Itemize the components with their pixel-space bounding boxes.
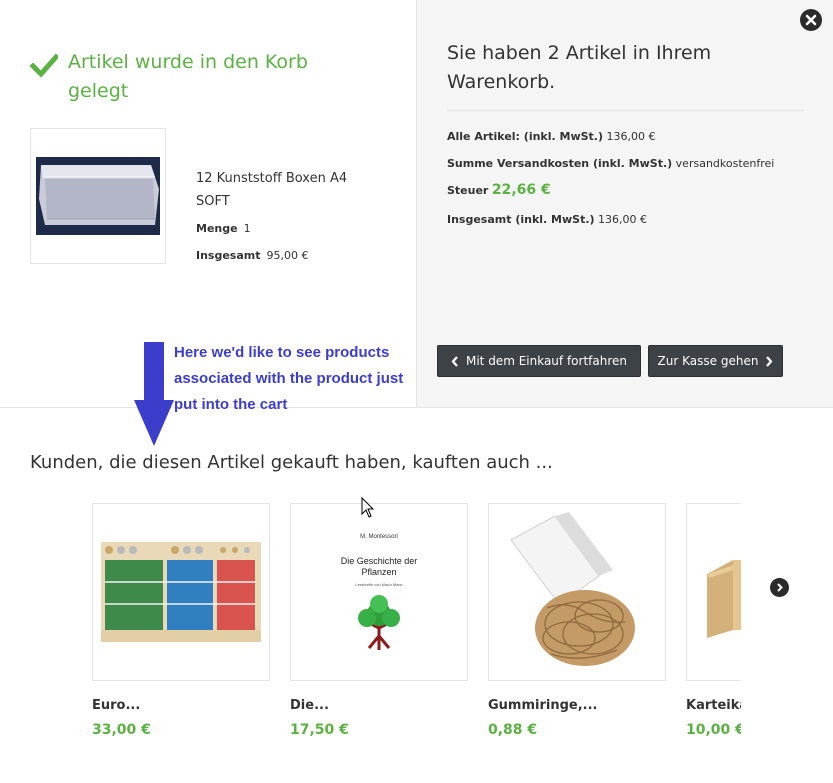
cart-title: Sie haben 2 Artikel in Ihrem Warenkorb. bbox=[447, 42, 712, 93]
annotation-arrow bbox=[134, 342, 174, 446]
product-thumbnail bbox=[30, 128, 166, 264]
tax-value: 22,66 € bbox=[491, 182, 551, 198]
annotation-note: Here we'd like to see products associate… bbox=[174, 344, 404, 413]
all-items-label: Alle Artikel: (inkl. MwSt.) bbox=[447, 130, 604, 143]
board-image bbox=[92, 503, 270, 681]
close-icon bbox=[805, 14, 817, 26]
carousel-item[interactable]: Euro... 33,00 € bbox=[92, 503, 270, 738]
carousel-item-price: 10,00 € bbox=[686, 722, 741, 738]
summary-total: Insgesamt (inkl. MwSt.) 136,00 € bbox=[447, 213, 647, 226]
chevron-left-icon bbox=[451, 355, 458, 367]
shipping-label: Summe Versandkosten (inkl. MwSt.) bbox=[447, 157, 673, 170]
product-name[interactable]: 12 Kunststoff Boxen A4 SOFT bbox=[196, 167, 376, 213]
tree-icon bbox=[358, 595, 400, 650]
carousel-item-name[interactable]: Gummiringe,... bbox=[488, 698, 666, 713]
carousel-item[interactable]: Gummiringe,... 0,88 € bbox=[488, 503, 666, 738]
total-label: Insgesamt (inkl. MwSt.) bbox=[447, 213, 595, 226]
shipping-value: versandkostenfrei bbox=[675, 157, 775, 170]
also-bought-carousel: Euro... 33,00 € M. Montessori Die Geschi… bbox=[92, 503, 741, 763]
summary-tax: Steuer 22,66 € bbox=[447, 182, 551, 198]
checkout-label: Zur Kasse gehen bbox=[657, 354, 759, 368]
carousel-item-name[interactable]: Karteika bbox=[686, 698, 741, 713]
success-text: Artikel wurde in den Korb gelegt bbox=[68, 51, 308, 102]
carousel-item[interactable]: Karteika 10,00 € bbox=[686, 503, 741, 738]
chevron-right-icon bbox=[777, 583, 783, 592]
success-message: Artikel wurde in den Korb gelegt bbox=[30, 48, 390, 106]
carousel-item-price: 33,00 € bbox=[92, 722, 151, 738]
product-quantity: Menge 1 bbox=[196, 222, 251, 235]
carousel-item-price: 0,88 € bbox=[488, 722, 538, 738]
product-total-label: Insgesamt bbox=[196, 249, 261, 262]
total-value: 136,00 € bbox=[598, 213, 648, 226]
card-box-image bbox=[686, 503, 741, 681]
cart-separator bbox=[447, 110, 804, 111]
chevron-right-icon bbox=[766, 355, 773, 367]
summary-all-items: Alle Artikel: (inkl. MwSt.) 136,00 € bbox=[447, 130, 656, 143]
checkmark-icon bbox=[30, 53, 58, 78]
carousel-item-name[interactable]: Euro... bbox=[92, 698, 270, 713]
section-divider bbox=[0, 407, 833, 408]
mouse-cursor-icon bbox=[361, 497, 375, 518]
book-cover-image: M. Montessori Die Geschichte der Pflanze… bbox=[290, 503, 468, 681]
all-items-value: 136,00 € bbox=[606, 130, 656, 143]
carousel-next-button[interactable] bbox=[770, 578, 789, 597]
plastic-box-image bbox=[36, 157, 160, 235]
rubber-bands-image bbox=[488, 503, 666, 681]
product-total: Insgesamt 95,00 € bbox=[196, 249, 309, 262]
quantity-label: Menge bbox=[196, 222, 238, 235]
continue-shopping-button[interactable]: Mit dem Einkauf fortfahren bbox=[437, 345, 641, 377]
carousel-item[interactable]: M. Montessori Die Geschichte der Pflanze… bbox=[290, 503, 468, 738]
product-total-value: 95,00 € bbox=[266, 249, 309, 262]
summary-shipping: Summe Versandkosten (inkl. MwSt.) versan… bbox=[447, 157, 774, 170]
carousel-item-price: 17,50 € bbox=[290, 722, 349, 738]
checkout-button[interactable]: Zur Kasse gehen bbox=[648, 345, 783, 377]
continue-shopping-label: Mit dem Einkauf fortfahren bbox=[465, 354, 627, 368]
tax-label: Steuer bbox=[447, 184, 489, 197]
also-bought-title: Kunden, die diesen Artikel gekauft haben… bbox=[30, 452, 553, 473]
close-button[interactable] bbox=[800, 9, 822, 31]
carousel-item-name[interactable]: Die... bbox=[290, 698, 468, 713]
quantity-value: 1 bbox=[243, 222, 251, 235]
